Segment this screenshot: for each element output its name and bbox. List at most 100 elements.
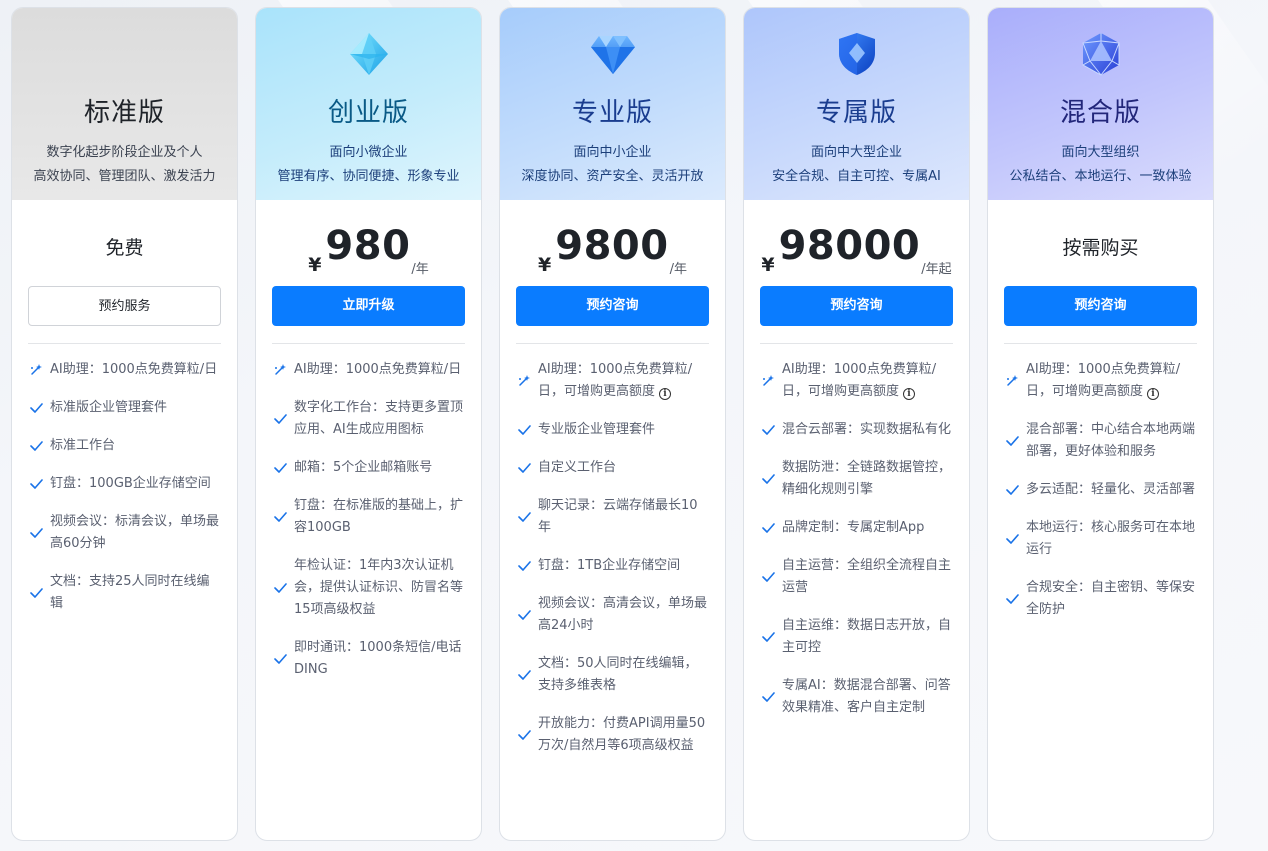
feature-text: 视频会议：标清会议，单场最高60分钟 — [50, 514, 220, 551]
plan-tagline: 公私结合、本地运行、一致体验 — [1009, 169, 1192, 184]
feature-item: AI助理：1000点免费算粒/日，可增购更高额度 i — [1004, 359, 1197, 403]
check-icon — [516, 558, 532, 574]
feature-item: 专业版企业管理套件 — [516, 419, 709, 441]
check-icon — [28, 585, 44, 601]
sparkle-icon — [28, 362, 44, 378]
feature-list: AI助理：1000点免费算粒/日 标准版企业管理套件 标准工作台钉盘：100GB企业… — [12, 344, 237, 615]
plan-header: 专属版 面向中大型企业 安全合规、自主可控、专属AI — [744, 8, 969, 200]
book-service-button[interactable]: 预约服务 — [28, 286, 221, 326]
plan-tagline: 高效协同、管理团队、激发活力 — [33, 169, 216, 184]
plan-header: 专业版 面向中小企业 深度协同、资产安全、灵活开放 — [500, 8, 725, 200]
feature-item: 文档：支持25人同时在线编辑 — [28, 571, 221, 615]
check-icon — [760, 689, 776, 705]
price-amount: 9800 — [555, 223, 669, 269]
check-icon — [272, 509, 288, 525]
feature-item: 聊天记录：云端存储最长10年 — [516, 495, 709, 539]
check-icon — [272, 651, 288, 667]
feature-item: 数据防泄：全链路数据管控，精细化规则引擎 — [760, 457, 953, 501]
feature-text: 年检认证：1年内3次认证机会，提供认证标识、防冒名等15项高级权益 — [294, 558, 464, 617]
price-row: ¥ 980 /年 — [256, 200, 481, 286]
feature-text: 混合部署：中心结合本地两端部署，更好体验和服务 — [1026, 422, 1196, 459]
feature-item: 即时通讯：1000条短信/电话DING — [272, 637, 465, 681]
check-icon — [272, 580, 288, 596]
feature-text: 即时通讯：1000条短信/电话DING — [294, 640, 462, 677]
feature-list: AI助理：1000点免费算粒/日，可增购更高额度 i 混合部署：中心结合本地两端部署… — [988, 344, 1213, 621]
check-icon — [760, 520, 776, 536]
feature-item: 自主运营：全组织全流程自主运营 — [760, 555, 953, 599]
price-unit: /年 — [411, 262, 429, 277]
sparkle-icon — [760, 373, 776, 389]
price-row: 免费 — [12, 200, 237, 286]
plan-subtitle: 面向中小企业 — [573, 145, 652, 160]
check-icon — [516, 667, 532, 683]
price-label: 按需购买 — [1062, 236, 1139, 259]
plan-card-professional: 专业版 面向中小企业 深度协同、资产安全、灵活开放 ¥ 9800 /年 预约咨询… — [499, 7, 726, 841]
feature-text: 本地运行：核心服务可在本地运行 — [1026, 520, 1196, 557]
feature-item: AI助理：1000点免费算粒/日 — [28, 359, 221, 381]
feature-text: 文档：支持25人同时在线编辑 — [50, 574, 210, 611]
feature-text: 聊天记录：云端存储最长10年 — [538, 498, 698, 535]
info-icon[interactable]: i — [903, 388, 916, 400]
plan-subtitle: 面向小微企业 — [329, 145, 408, 160]
plan-header: 标准版 数字化起步阶段企业及个人 高效协同、管理团队、激发活力 — [12, 8, 237, 200]
plan-header: 混合版 面向大型组织 公私结合、本地运行、一致体验 — [988, 8, 1213, 200]
feature-item: 本地运行：核心服务可在本地运行 — [1004, 517, 1197, 561]
diamond-crystal-icon — [345, 30, 393, 78]
feature-item: 开放能力：付费API调用量50万次/自然月等6项高级权益 — [516, 713, 709, 757]
consult-button[interactable]: 预约咨询 — [516, 286, 709, 326]
feature-text: 品牌定制：专属定制App — [782, 520, 925, 535]
feature-item: 多云适配：轻量化、灵活部署 — [1004, 479, 1197, 501]
check-icon — [760, 569, 776, 585]
feature-text: AI助理：1000点免费算粒/日 — [294, 362, 462, 377]
price-currency: ¥ — [761, 254, 775, 276]
check-icon — [760, 629, 776, 645]
price-row: ¥ 98000 /年起 — [744, 200, 969, 286]
sparkle-icon — [1004, 373, 1020, 389]
feature-text: 合规安全：自主密钥、等保安全防护 — [1026, 580, 1196, 617]
feature-text: AI助理：1000点免费算粒/日 — [50, 362, 218, 377]
plan-name: 专属版 — [815, 98, 897, 128]
feature-text: 标准版企业管理套件 — [50, 400, 168, 415]
plan-card-hybrid: 混合版 面向大型组织 公私结合、本地运行、一致体验 按需购买 预约咨询 AI助理… — [987, 7, 1214, 841]
plan-name: 混合版 — [1059, 98, 1141, 128]
plan-subtitle: 面向大型组织 — [1061, 145, 1140, 160]
feature-item: 标准版企业管理套件 — [28, 397, 221, 419]
feature-list: AI助理：1000点免费算粒/日，可增购更高额度 i 专业版企业管理套件 自定义工作台… — [500, 344, 725, 757]
upgrade-now-button[interactable]: 立即升级 — [272, 286, 465, 326]
feature-item: 钉盘：100GB企业存储空间 — [28, 473, 221, 495]
feature-text: AI助理：1000点免费算粒/日，可增购更高额度 i — [1026, 362, 1181, 400]
feature-text: 专属AI：数据混合部署、问答效果精准、客户自主定制 — [782, 678, 951, 715]
info-icon[interactable]: i — [659, 388, 672, 400]
feature-text: 数据防泄：全链路数据管控，精细化规则引擎 — [782, 460, 952, 497]
feature-item: 专属AI：数据混合部署、问答效果精准、客户自主定制 — [760, 675, 953, 719]
feature-text: 专业版企业管理套件 — [538, 422, 656, 437]
check-icon — [272, 460, 288, 476]
info-icon[interactable]: i — [1147, 388, 1160, 400]
plan-name: 专业版 — [571, 98, 653, 128]
feature-item: 自主运维：数据日志开放，自主可控 — [760, 615, 953, 659]
pricing-cards: 标准版 数字化起步阶段企业及个人 高效协同、管理团队、激发活力 免费 预约服务 … — [11, 7, 1214, 841]
feature-text: 混合云部署：实现数据私有化 — [782, 422, 952, 437]
feature-text: 开放能力：付费API调用量50万次/自然月等6项高级权益 — [538, 716, 706, 753]
plan-tagline: 安全合规、自主可控、专属AI — [772, 169, 941, 184]
feature-text: 自主运维：数据日志开放，自主可控 — [782, 618, 952, 655]
consult-button[interactable]: 预约咨询 — [1004, 286, 1197, 326]
price-unit: /年起 — [921, 262, 952, 277]
plan-tagline: 深度协同、资产安全、灵活开放 — [521, 169, 704, 184]
check-icon — [1004, 591, 1020, 607]
consult-button[interactable]: 预约咨询 — [760, 286, 953, 326]
feature-text: 标准工作台 — [50, 438, 116, 453]
plan-subtitle: 数字化起步阶段企业及个人 — [46, 145, 203, 160]
check-icon — [516, 509, 532, 525]
check-icon — [516, 422, 532, 438]
check-icon — [516, 460, 532, 476]
feature-text: 钉盘：在标准版的基础上，扩容100GB — [294, 498, 464, 535]
feature-item: 混合部署：中心结合本地两端部署，更好体验和服务 — [1004, 419, 1197, 463]
check-icon — [760, 422, 776, 438]
feature-item: 品牌定制：专属定制App — [760, 517, 953, 539]
feature-item: 混合云部署：实现数据私有化 — [760, 419, 953, 441]
plan-tagline: 管理有序、协同便捷、形象专业 — [277, 169, 460, 184]
price-row: ¥ 9800 /年 — [500, 200, 725, 286]
feature-item: AI助理：1000点免费算粒/日，可增购更高额度 i — [760, 359, 953, 403]
shield-icon — [833, 30, 881, 78]
